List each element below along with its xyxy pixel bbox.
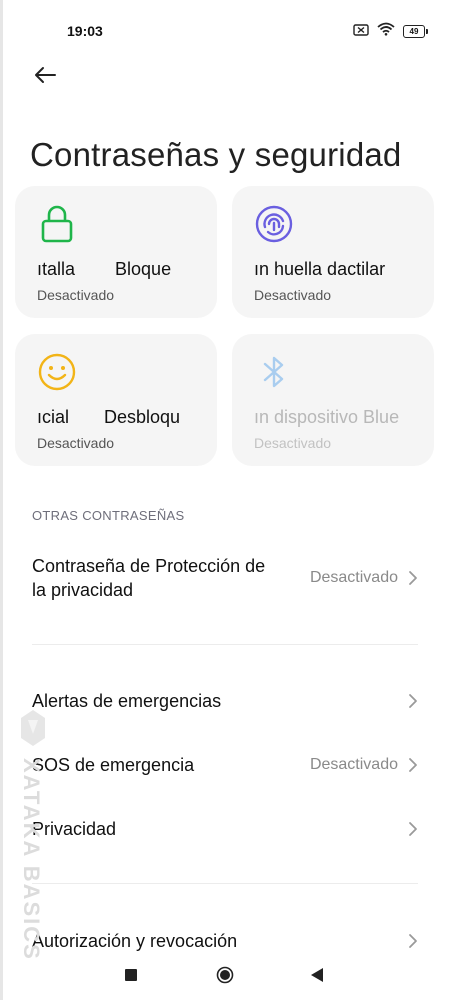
home-circle-icon <box>216 966 234 984</box>
status-bar: 19:03 49 <box>0 0 450 62</box>
card-title: ın huella dactilar <box>254 259 386 279</box>
watermark-logo-icon <box>21 710 45 746</box>
arrow-left-icon <box>35 67 56 83</box>
navigation-bar <box>0 950 450 1000</box>
status-time: 19:03 <box>67 23 103 39</box>
card-status: Desactivado <box>37 287 115 303</box>
bluetooth-unlock-card[interactable]: ın dispositivo Blue Desactivado <box>232 334 434 466</box>
fingerprint-unlock-card[interactable]: ın huella dactilar Desactivado <box>232 186 434 318</box>
section-header-other-passwords: OTRAS CONTRASEÑAS <box>32 508 185 523</box>
back-triangle-icon <box>311 968 323 982</box>
chevron-right-icon <box>409 758 417 772</box>
lock-icon <box>37 204 77 244</box>
battery-icon: 49 <box>403 25 428 38</box>
chevron-right-icon <box>409 822 417 836</box>
chevron-right-icon <box>409 571 417 585</box>
emergency-sos-row[interactable]: SOS de emergencia Desactivado <box>32 753 418 777</box>
privacy-protection-password-row[interactable]: Contraseña de Protección de la privacida… <box>32 554 418 602</box>
recents-square-icon <box>125 969 137 981</box>
smiley-face-icon <box>37 352 77 392</box>
screen-lock-card[interactable]: ıtalla Bloque Desactivado <box>15 186 217 318</box>
home-button[interactable] <box>212 962 238 988</box>
face-unlock-card[interactable]: ıcial Desbloqu Desactivado <box>15 334 217 466</box>
divider <box>32 883 418 884</box>
page-title: Contraseñas y seguridad <box>30 136 402 174</box>
row-label: Contraseña de Protección de la privacida… <box>32 554 265 602</box>
status-icons: 49 <box>353 22 428 41</box>
bluetooth-icon <box>254 352 294 392</box>
row-value: Desactivado <box>309 569 398 586</box>
fingerprint-icon <box>254 204 294 244</box>
divider <box>32 644 418 645</box>
battery-level: 49 <box>403 25 425 38</box>
card-status: Desactivado <box>254 287 332 303</box>
card-status: Desactivado <box>254 435 332 451</box>
wifi-icon <box>377 22 395 41</box>
back-button[interactable] <box>30 62 60 88</box>
screen-edge <box>0 0 3 1000</box>
watermark: XATAKA BASICS <box>16 708 52 968</box>
emergency-alerts-row[interactable]: Alertas de emergencias <box>32 689 418 713</box>
chevron-right-icon <box>409 934 417 948</box>
card-title: ıcial Desbloqu <box>37 407 181 427</box>
recents-button[interactable] <box>118 962 144 988</box>
no-sim-icon <box>353 23 369 41</box>
watermark-text: XATAKA BASICS <box>19 758 44 961</box>
card-title: ıtalla Bloque <box>37 259 172 279</box>
back-nav-button[interactable] <box>304 962 330 988</box>
row-label-line2: la privacidad <box>32 580 134 600</box>
row-label: SOS de emergencia <box>32 755 195 775</box>
row-label: Alertas de emergencias <box>32 691 222 711</box>
row-value: Desactivado <box>309 756 398 773</box>
privacy-row[interactable]: Privacidad <box>32 817 418 841</box>
row-label-line1: Contraseña de Protección de <box>32 556 266 576</box>
card-status: Desactivado <box>37 435 115 451</box>
card-title: ın dispositivo Blue <box>254 407 400 427</box>
chevron-right-icon <box>409 694 417 708</box>
